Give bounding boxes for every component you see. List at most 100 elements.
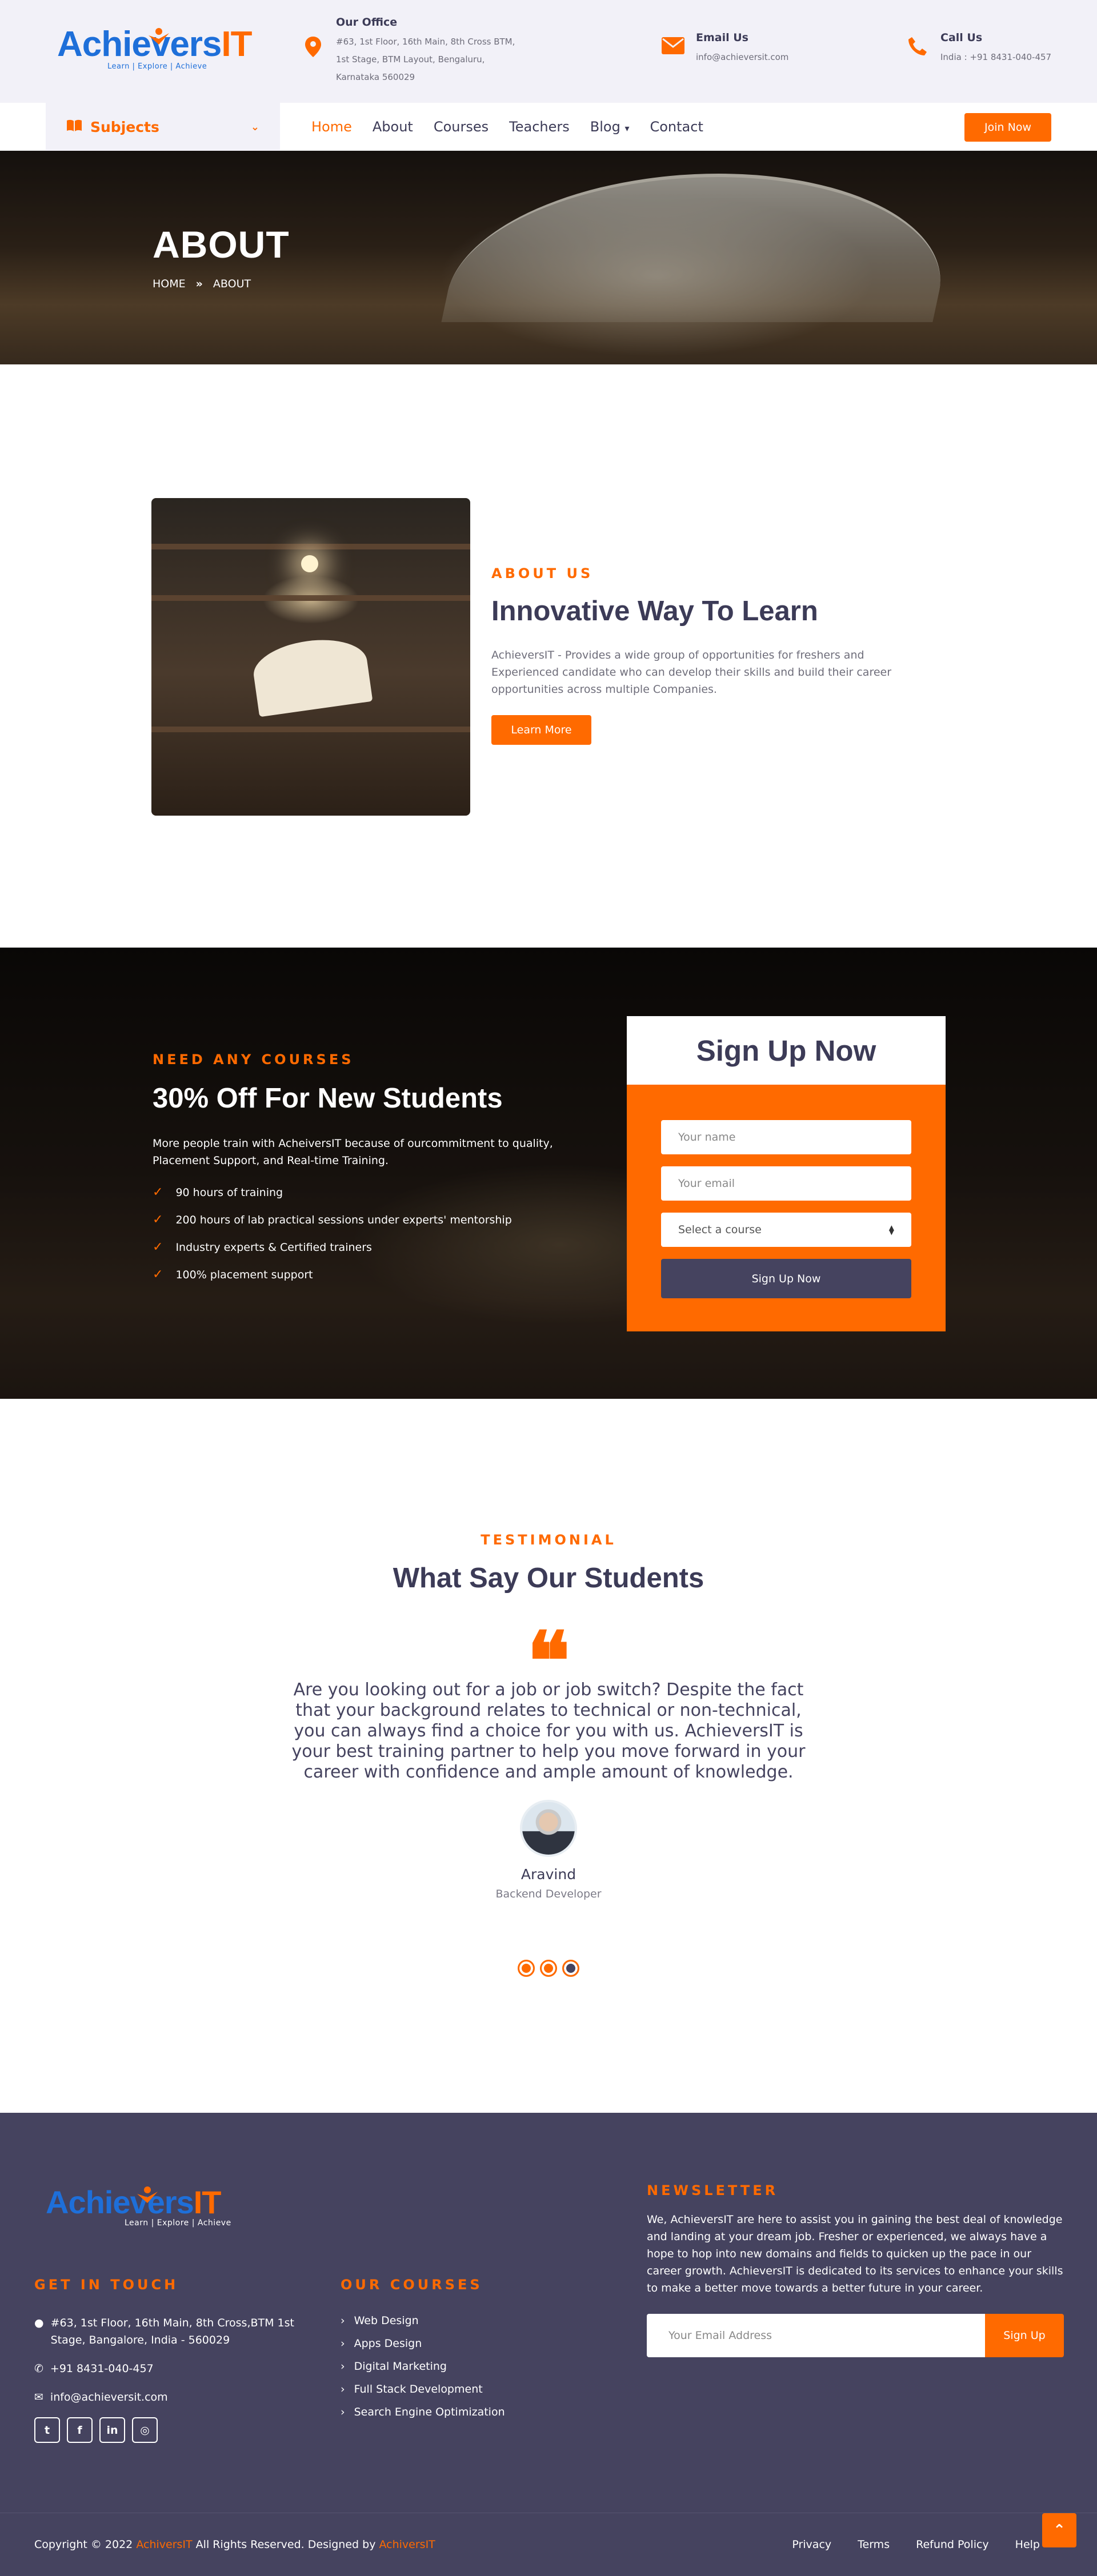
footer-phone[interactable]: ✆ +91 8431-040-457 (34, 2360, 309, 2377)
offer-bullets: ✓ 90 hours of training ✓ 200 hours of lab … (153, 1185, 598, 1282)
list-item: ✓ 200 hours of lab practical sessions und… (153, 1213, 598, 1227)
copyright: Copyright © 2022 AchiversIT All Rights R… (34, 2538, 435, 2551)
footer-logo-tagline: Learn | Explore | Achieve (125, 2218, 231, 2228)
testimonial-eyebrow: TESTIMONIAL (481, 1532, 616, 1548)
caret-down-icon: ▾ (624, 123, 630, 134)
footer-course-link[interactable]: › Apps Design (341, 2337, 580, 2350)
nav-blog-label: Blog (590, 119, 620, 135)
footer-course-link[interactable]: › Search Engine Optimization (341, 2406, 580, 2418)
open-book (250, 633, 373, 717)
instagram-icon[interactable]: ◎ (132, 2417, 158, 2443)
testimonial-text: Are you looking out for a job or job swi… (291, 1680, 806, 1782)
terms-link[interactable]: Terms (858, 2538, 890, 2551)
footer-course-link[interactable]: › Full Stack Development (341, 2383, 580, 2396)
linkedin-icon[interactable]: in (99, 2417, 125, 2443)
footer-address-text: #63, 1st Floor, 16th Main, 8th Cross,BTM… (50, 2317, 294, 2346)
lamp-light (301, 555, 318, 572)
logo-main: Achievers (57, 25, 222, 64)
nav-contact[interactable]: Contact (650, 119, 703, 135)
footer-course-label: Full Stack Development (354, 2383, 483, 2396)
newsletter-email-input[interactable]: Your Email Address (647, 2314, 985, 2357)
logo-it: IT (221, 25, 252, 64)
office-address: #63, 1st Floor, 16th Main, 8th Cross BTM… (336, 37, 515, 82)
get-in-touch-title: GET IN TOUCH (34, 2277, 179, 2293)
breadcrumb-current: ABOUT (213, 278, 251, 290)
offer-section: NEED ANY COURSES 30% Off For New Student… (0, 948, 1097, 1399)
nav-blog[interactable]: Blog ▾ (590, 119, 630, 135)
newsletter-signup-button[interactable]: Sign Up (985, 2314, 1064, 2357)
offer-eyebrow: NEED ANY COURSES (153, 1052, 354, 1068)
check-icon: ✓ (153, 1185, 163, 1199)
get-in-touch-column: GET IN TOUCH ● #63, 1st Floor, 16th Main,… (34, 2277, 309, 2466)
course-select-value: Select a course (678, 1223, 762, 1236)
bullet-text: 90 hours of training (175, 1186, 283, 1199)
footer-email[interactable]: ✉ info@achieversit.com (34, 2389, 309, 2406)
call-number[interactable]: India : +91 8431-040-457 (940, 49, 1051, 66)
footer-phone-text: +91 8431-040-457 (50, 2362, 154, 2375)
copyright-brand-link[interactable]: AchiversIT (136, 2538, 192, 2551)
footer-course-link[interactable]: › Web Design (341, 2314, 580, 2327)
top-header: AchieversIT Learn | Explore | Achieve Ou… (0, 0, 1097, 103)
refund-policy-link[interactable]: Refund Policy (916, 2538, 989, 2551)
chevron-right-icon: › (341, 2360, 345, 2373)
facebook-icon[interactable]: f (67, 2417, 93, 2443)
map-marker-icon (302, 37, 325, 61)
subjects-dropdown[interactable]: Subjects ⌄ (46, 103, 280, 151)
phone-icon: ✆ (34, 2362, 43, 2375)
join-now-button[interactable]: Join Now (964, 113, 1051, 142)
shelf-line (151, 727, 470, 732)
signup-form: Your name Your email Select a course ▲ ▼ … (627, 1085, 946, 1298)
testimonial-title: What Say Our Students (393, 1563, 704, 1594)
learn-more-button[interactable]: Learn More (491, 715, 591, 745)
bullet-text: Industry experts & Certified trainers (175, 1241, 372, 1254)
privacy-link[interactable]: Privacy (792, 2538, 831, 2551)
back-to-top-icon[interactable]: ⌃ (1042, 2513, 1076, 2547)
newsletter-column: NEWSLETTER We, AchieversIT are here to a… (647, 2182, 1064, 2357)
list-item: ✓ Industry experts & Certified trainers (153, 1240, 598, 1254)
designer-link[interactable]: AchiversIT (379, 2538, 435, 2551)
bullet-text: 200 hours of lab practical sessions unde… (175, 1213, 512, 1226)
carousel-dot-3[interactable] (562, 1960, 579, 1977)
nav-teachers[interactable]: Teachers (509, 119, 570, 135)
copyright-prefix: Copyright © 2022 (34, 2538, 133, 2551)
signup-submit-button[interactable]: Sign Up Now (661, 1259, 911, 1298)
footer-course-label: Apps Design (354, 2337, 422, 2350)
our-courses-title: OUR COURSES (341, 2277, 483, 2293)
list-item: ✓ 90 hours of training (153, 1185, 598, 1199)
about-section: ABOUT US Innovative Way To Learn Achieve… (0, 364, 1097, 948)
carousel-dot-2[interactable] (540, 1960, 557, 1977)
testimonial-role: Backend Developer (495, 1888, 602, 1900)
help-link[interactable]: Help (1015, 2538, 1040, 2551)
footer-course-link[interactable]: › Digital Marketing (341, 2360, 580, 2373)
chevron-down-icon: ⌄ (250, 121, 259, 133)
signup-title: Sign Up Now (627, 1016, 946, 1085)
select-arrows-icon: ▲ ▼ (888, 1223, 894, 1236)
nav-about[interactable]: About (373, 119, 413, 135)
chevron-right-icon: › (341, 2406, 345, 2418)
email-info: Email Us info@achieversit.com (662, 31, 788, 66)
testimonial-name: Aravind (521, 1866, 576, 1883)
newsletter-form: Your Email Address Sign Up (647, 2314, 1064, 2357)
email-address[interactable]: info@achieversit.com (696, 49, 788, 66)
email-input[interactable]: Your email (661, 1166, 911, 1201)
about-content: ABOUT US Innovative Way To Learn Achieve… (491, 565, 926, 745)
twitter-icon[interactable]: t (34, 2417, 60, 2443)
office-info: Our Office #63, 1st Floor, 16th Main, 8t… (302, 16, 530, 86)
site-footer: AchieversIT Learn | Explore | Achieve GE… (0, 2113, 1097, 2576)
nav-courses[interactable]: Courses (434, 119, 489, 135)
copyright-mid: All Rights Reserved. Designed by (195, 2538, 376, 2551)
name-input[interactable]: Your name (661, 1120, 911, 1154)
chevron-right-icon: › (341, 2383, 345, 2396)
course-select[interactable]: Select a course ▲ ▼ (661, 1213, 911, 1247)
page-title: ABOUT (153, 223, 290, 266)
footer-logo[interactable]: AchieversIT Learn | Explore | Achieve (46, 2184, 234, 2241)
envelope-icon (662, 37, 684, 58)
signup-card: Sign Up Now Your name Your email Select … (627, 1016, 946, 1331)
nav-home[interactable]: Home (311, 119, 352, 135)
breadcrumb-home[interactable]: HOME (153, 278, 186, 290)
footer-course-label: Search Engine Optimization (354, 2406, 505, 2418)
page-banner: ABOUT HOME » ABOUT (0, 151, 1097, 364)
carousel-dot-1[interactable] (518, 1960, 535, 1977)
site-logo[interactable]: AchieversIT Learn | Explore | Achieve (57, 24, 253, 81)
map-marker-icon: ● (34, 2317, 44, 2329)
